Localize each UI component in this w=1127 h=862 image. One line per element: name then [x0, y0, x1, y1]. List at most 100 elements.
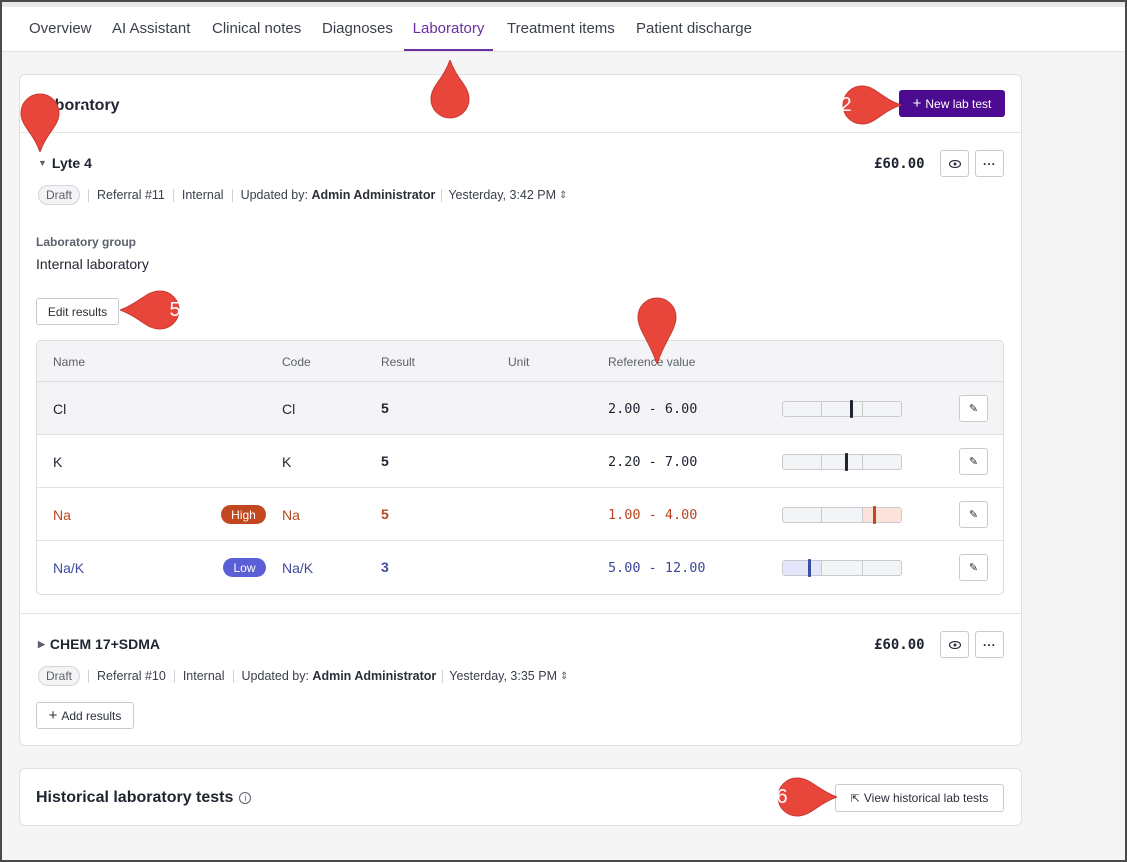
- new-lab-test-button[interactable]: + New lab test: [899, 90, 1005, 117]
- updated-at: Yesterday, 3:42 PM: [448, 188, 557, 202]
- meta-divider: [231, 188, 233, 202]
- range-low-bound: [821, 455, 822, 469]
- range-low-bound: [821, 508, 822, 522]
- caret-right-icon: ▶: [38, 638, 45, 649]
- divider: [20, 613, 1021, 614]
- edit-results-button[interactable]: Edit results: [36, 298, 119, 325]
- referral-link[interactable]: Referral #10: [97, 669, 166, 683]
- pencil-icon: ✎: [968, 456, 979, 468]
- row-name: K: [53, 454, 63, 470]
- info-icon[interactable]: i: [239, 792, 252, 804]
- range-indicator: [782, 453, 902, 471]
- col-code: Code: [282, 355, 311, 369]
- callout-number: 6: [776, 786, 788, 808]
- range-marker: [844, 453, 848, 471]
- group-value: Internal laboratory: [36, 256, 149, 272]
- row-code: Na/K: [282, 560, 314, 576]
- range-low-bound: [821, 402, 822, 416]
- col-unit: Unit: [508, 355, 530, 369]
- tab-bar: Overview AI Assistant Clinical notes Dia…: [2, 2, 1125, 52]
- col-name: Name: [53, 355, 86, 369]
- tab-laboratory[interactable]: Laboratory: [404, 20, 493, 51]
- callout-marker-5: 5: [118, 289, 190, 331]
- callout-marker-3: 3: [19, 90, 88, 154]
- callout-pin-icon: [637, 297, 677, 366]
- test-name: CHEM 17+SDMA: [49, 636, 161, 652]
- callout-number: 4: [693, 305, 705, 327]
- meta-divider: [173, 669, 175, 683]
- status-badge: Draft: [38, 666, 81, 686]
- tab-overview[interactable]: Overview: [29, 20, 92, 51]
- sort-icon[interactable]: ⇕: [560, 671, 568, 682]
- add-results-button[interactable]: + Add results: [36, 702, 134, 729]
- pencil-icon: ✎: [968, 562, 979, 574]
- row-name: Na: [53, 507, 71, 523]
- more-options-button[interactable]: ...: [975, 631, 1004, 658]
- row-result: 5: [381, 506, 389, 522]
- plus-icon: +: [48, 707, 58, 724]
- view-button[interactable]: [940, 150, 969, 177]
- range-marker: [872, 506, 876, 524]
- row-name: Cl: [53, 401, 67, 417]
- sort-icon[interactable]: ⇕: [559, 190, 567, 201]
- row-reference: 2.20 - 7.00: [608, 454, 698, 470]
- meta-divider: [88, 669, 90, 683]
- historical-title: Historical laboratory tests i: [36, 789, 252, 807]
- row-reference: 1.00 - 4.00: [608, 507, 698, 523]
- updated-by-label: Updated by:: [241, 669, 309, 683]
- tab-ai-assistant[interactable]: AI Assistant: [112, 20, 190, 51]
- range-indicator: [782, 506, 902, 524]
- top-border: [2, 2, 1125, 7]
- range-high-bound: [862, 455, 863, 469]
- table-row: K K 5 2.20 - 7.00 ✎: [37, 435, 1003, 488]
- caret-down-icon: ▼: [38, 158, 47, 168]
- test-name: Lyte 4: [51, 155, 92, 171]
- table-header: Name Code Result Unit Reference value: [37, 341, 1003, 382]
- range-high-bound: [862, 508, 863, 522]
- ellipsis-icon: ...: [982, 635, 996, 649]
- test-toggle-chem17[interactable]: ▶ CHEM 17+SDMA: [38, 636, 160, 652]
- meta-divider: [232, 669, 234, 683]
- plus-icon: +: [912, 95, 922, 112]
- location: Internal: [181, 188, 224, 202]
- tab-clinical-notes[interactable]: Clinical notes: [212, 20, 301, 51]
- tab-patient-discharge[interactable]: Patient discharge: [636, 20, 752, 51]
- row-result: 5: [381, 453, 389, 469]
- new-lab-test-label: New lab test: [925, 96, 992, 111]
- row-code: Cl: [282, 401, 296, 417]
- edit-row-button[interactable]: ✎: [959, 501, 988, 528]
- tab-treatment-items[interactable]: Treatment items: [507, 20, 615, 51]
- eye-icon: [948, 640, 961, 649]
- callout-number: 5: [169, 299, 181, 321]
- results-table: Name Code Result Unit Reference value Cl…: [36, 340, 1004, 595]
- row-reference: 5.00 - 12.00: [608, 560, 706, 576]
- edit-row-button[interactable]: ✎: [959, 448, 988, 475]
- col-result: Result: [381, 355, 416, 369]
- test-price: £60.00: [874, 637, 925, 653]
- low-badge: Low: [223, 558, 266, 577]
- more-options-button[interactable]: ...: [975, 150, 1004, 177]
- status-badge: Draft: [38, 185, 81, 205]
- meta-divider: [441, 188, 443, 202]
- callout-pin-icon: [20, 93, 60, 154]
- range-low-bound: [821, 561, 822, 575]
- test-meta: Draft Referral #11 Internal Updated by: …: [38, 185, 567, 205]
- referral-link[interactable]: Referral #11: [97, 188, 165, 202]
- row-reference: 2.00 - 6.00: [608, 401, 698, 417]
- ellipsis-icon: ...: [982, 154, 996, 168]
- view-historical-button[interactable]: ⇱ View historical lab tests: [835, 784, 1004, 812]
- row-code: K: [282, 454, 292, 470]
- range-high-bound: [862, 561, 863, 575]
- test-meta: Draft Referral #10 Internal Updated by: …: [38, 666, 568, 686]
- table-row: Cl Cl 5 2.00 - 6.00 ✎: [37, 382, 1003, 435]
- view-button[interactable]: [940, 631, 969, 658]
- table-row: Na/K Low Na/K 3 5.00 - 12.00 ✎: [37, 541, 1003, 594]
- tab-diagnoses[interactable]: Diagnoses: [322, 20, 393, 51]
- row-code: Na: [282, 507, 300, 523]
- range-high-bound: [862, 402, 863, 416]
- updated-by-label: Updated by:: [240, 188, 308, 202]
- test-toggle-lyte4[interactable]: ▼ Lyte 4: [38, 155, 92, 171]
- callout-pin-icon: [430, 58, 470, 119]
- edit-row-button[interactable]: ✎: [959, 395, 988, 422]
- edit-row-button[interactable]: ✎: [959, 554, 988, 581]
